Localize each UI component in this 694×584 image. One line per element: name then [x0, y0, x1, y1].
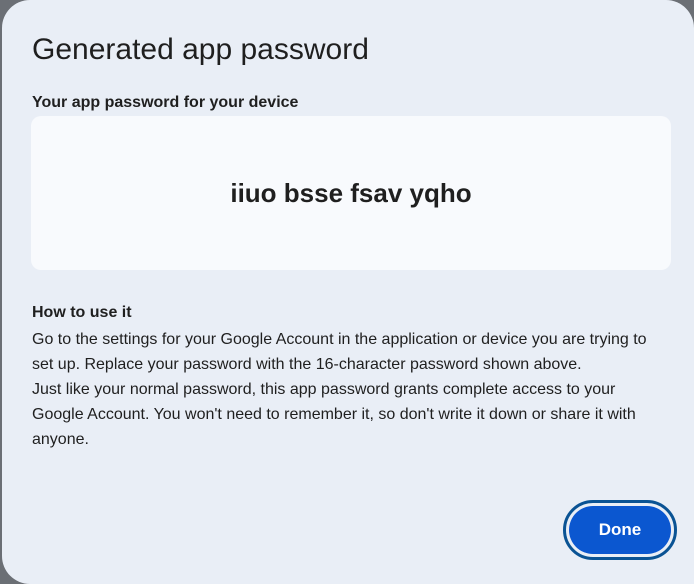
password-box: iiuo bsse fsav yqho: [31, 116, 671, 270]
howto-instructions: Go to the settings for your Google Accou…: [32, 327, 668, 452]
howto-paragraph-security: Just like your normal password, this app…: [32, 381, 636, 448]
app-password-value[interactable]: iiuo bsse fsav yqho: [230, 177, 471, 209]
howto-heading: How to use it: [32, 304, 132, 321]
password-subtitle: Your app password for your device: [32, 94, 299, 111]
howto-paragraph-setup: Go to the settings for your Google Accou…: [32, 331, 647, 373]
done-button-focus-ring: Done: [563, 500, 677, 560]
app-password-dialog: Generated app password Your app password…: [2, 0, 694, 584]
done-button[interactable]: Done: [569, 506, 671, 554]
dialog-title: Generated app password: [32, 33, 369, 66]
